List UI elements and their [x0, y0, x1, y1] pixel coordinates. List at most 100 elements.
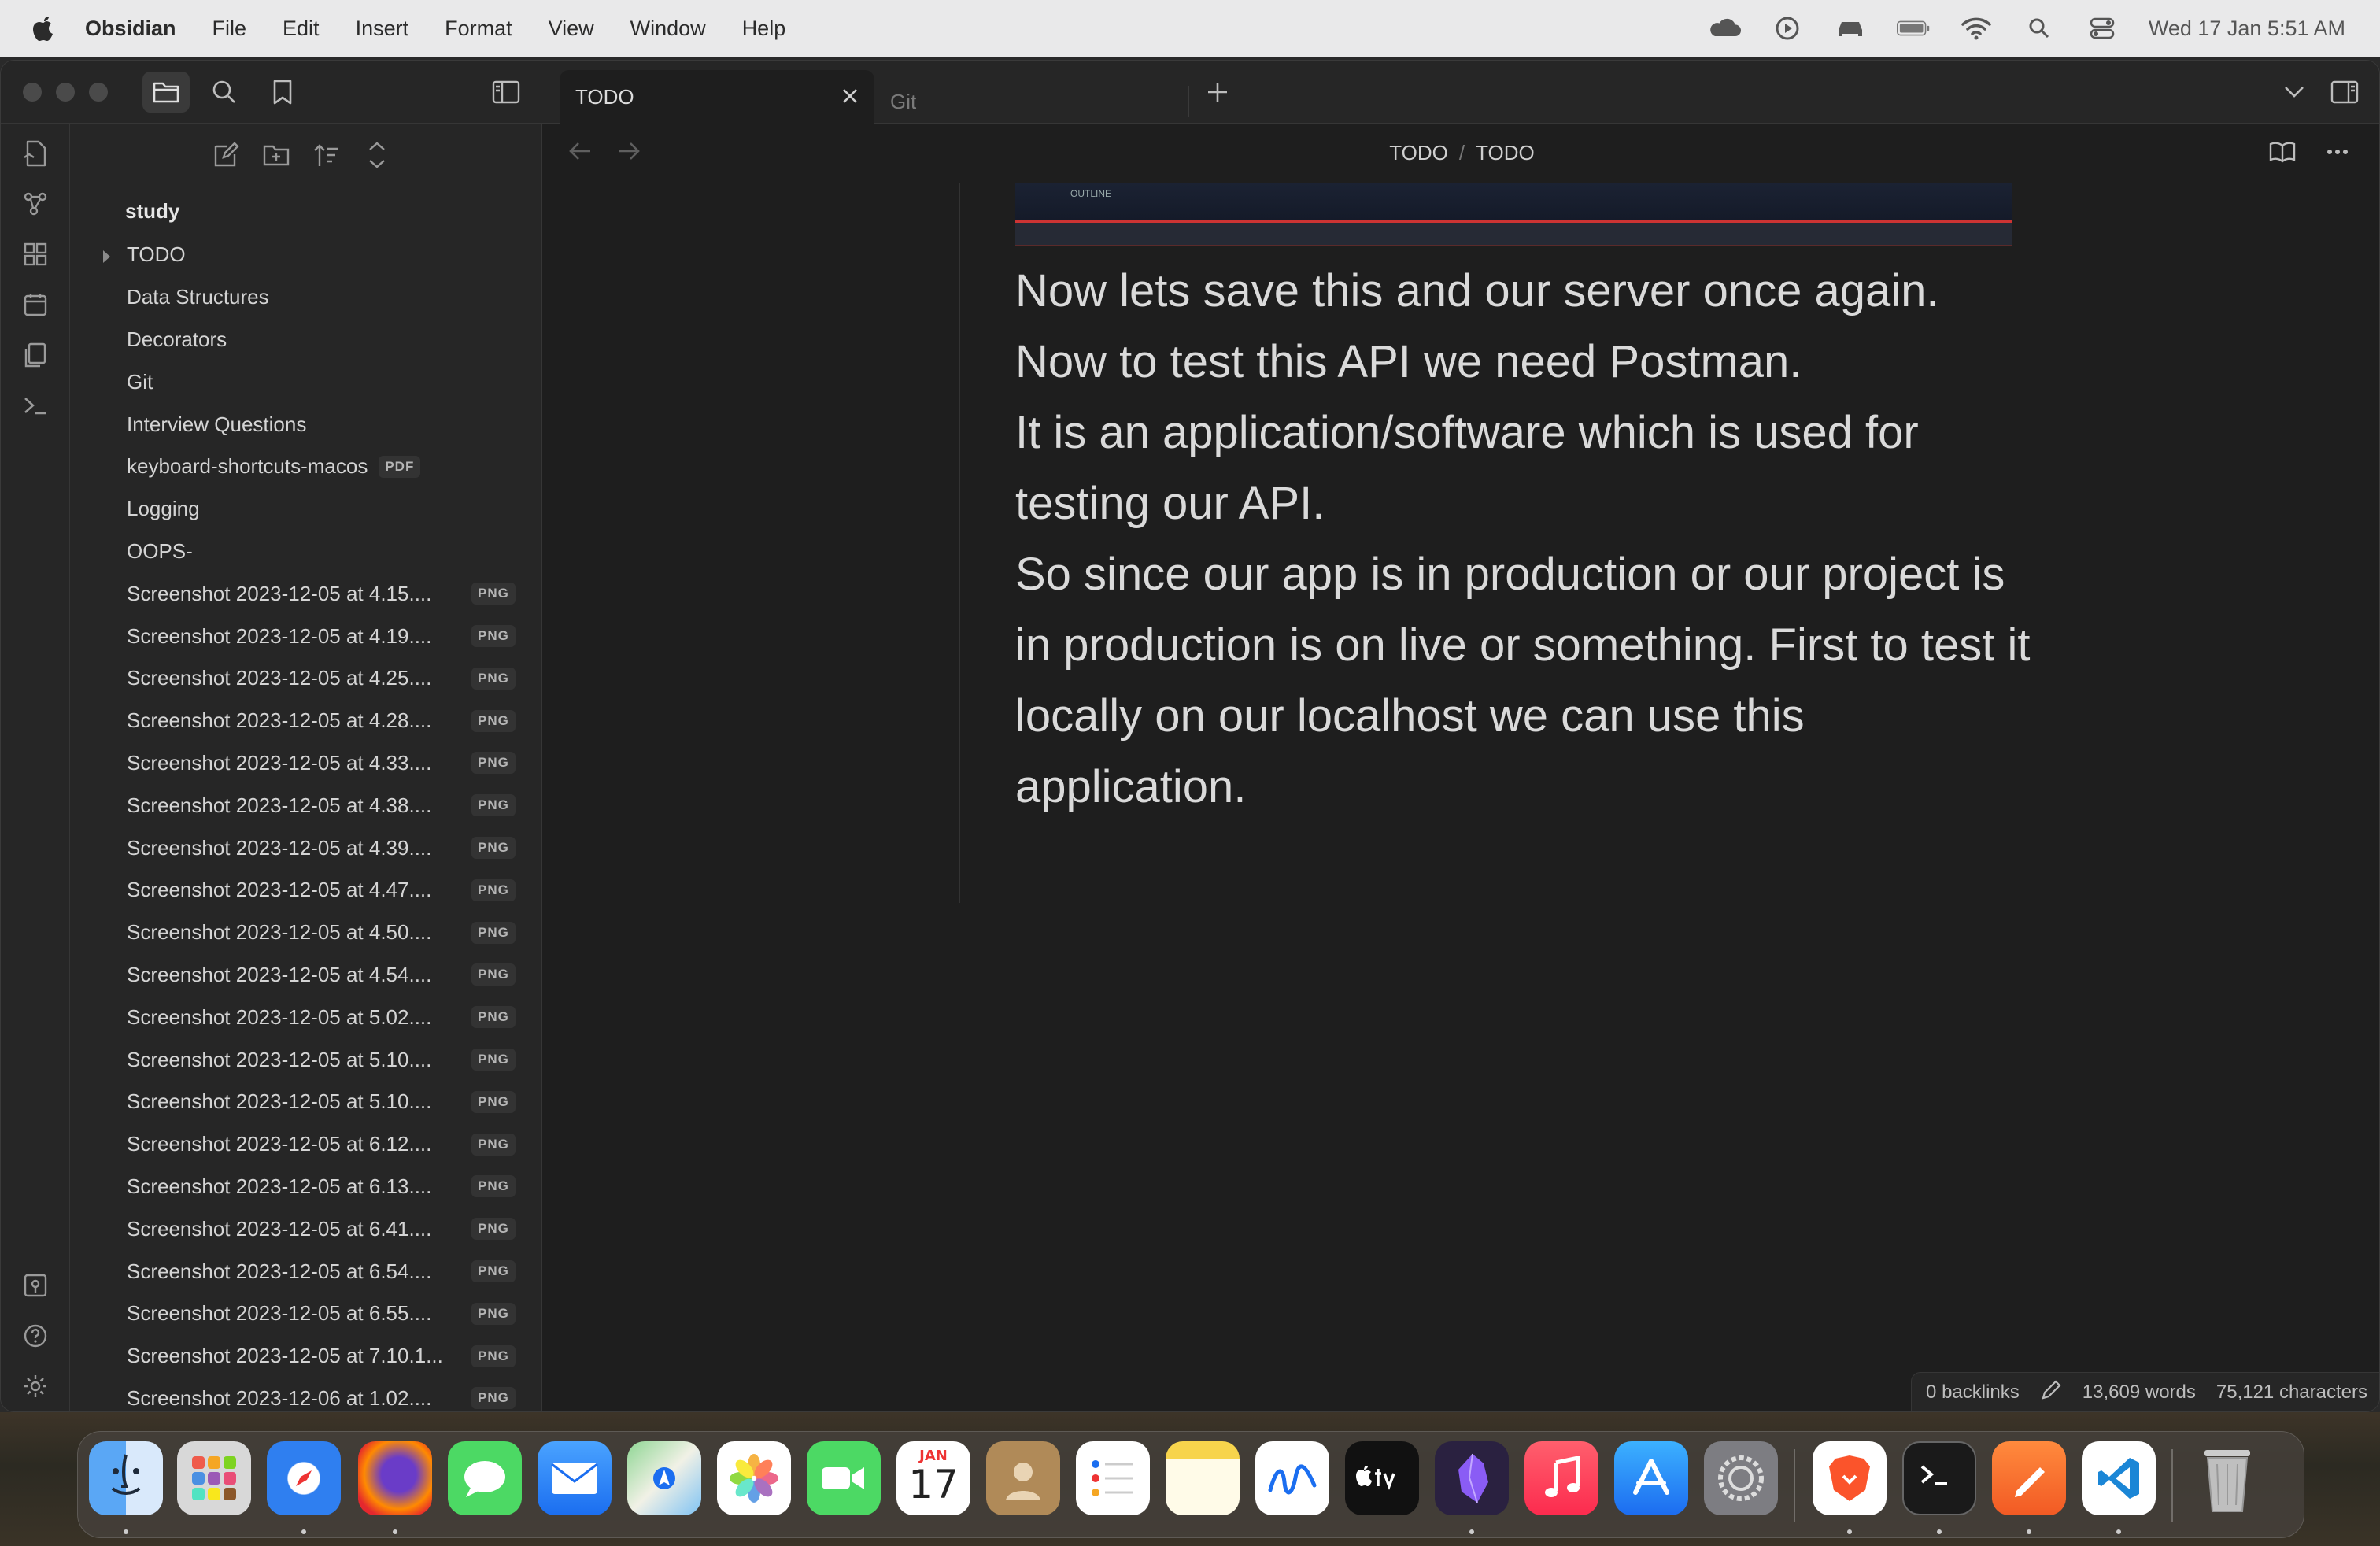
- paragraph[interactable]: Now to test this API we need Postman.: [1015, 327, 2031, 398]
- toggle-left-sidebar-icon[interactable]: [482, 72, 530, 113]
- paragraph[interactable]: Now lets save this and our server once a…: [1015, 256, 2031, 327]
- file-item[interactable]: Screenshot 2023-12-05 at 4.50.... PNG: [70, 912, 541, 954]
- file-item[interactable]: Screenshot 2023-12-05 at 4.33.... PNG: [70, 742, 541, 785]
- collapse-all-icon[interactable]: [363, 141, 391, 169]
- menu-app-name[interactable]: Obsidian: [85, 17, 176, 41]
- file-item[interactable]: Screenshot 2023-12-05 at 5.10.... PNG: [70, 1081, 541, 1123]
- chevron-right-icon[interactable]: [100, 246, 114, 271]
- tab-git[interactable]: Git: [874, 86, 1189, 117]
- finder-icon[interactable]: [89, 1441, 163, 1515]
- contacts-icon[interactable]: [986, 1441, 1060, 1515]
- safari-icon[interactable]: [267, 1441, 341, 1515]
- folder-item[interactable]: TODO: [70, 234, 541, 276]
- file-item[interactable]: Git: [70, 361, 541, 403]
- file-item[interactable]: Screenshot 2023-12-05 at 5.02.... PNG: [70, 996, 541, 1038]
- file-item[interactable]: Screenshot 2023-12-05 at 4.19.... PNG: [70, 615, 541, 657]
- search-tab-icon[interactable]: [201, 72, 248, 113]
- notes-icon[interactable]: [1166, 1441, 1240, 1515]
- menu-insert[interactable]: Insert: [356, 17, 409, 41]
- graph-view-icon[interactable]: [20, 188, 51, 220]
- file-item[interactable]: Interview Questions: [70, 403, 541, 446]
- file-item[interactable]: Logging: [70, 488, 541, 531]
- file-item[interactable]: Screenshot 2023-12-05 at 4.47.... PNG: [70, 869, 541, 912]
- file-item[interactable]: Screenshot 2023-12-05 at 6.13.... PNG: [70, 1166, 541, 1208]
- new-tab-icon[interactable]: [1194, 72, 1241, 113]
- mail-icon[interactable]: [538, 1441, 612, 1515]
- file-item[interactable]: OOPS-: [70, 531, 541, 573]
- new-note-icon[interactable]: [212, 141, 240, 169]
- embedded-screenshot-image[interactable]: OUTLINE: [1015, 183, 2012, 246]
- file-item[interactable]: Screenshot 2023-12-05 at 4.38.... PNG: [70, 784, 541, 827]
- music-icon[interactable]: [1524, 1441, 1598, 1515]
- menu-clock[interactable]: Wed 17 Jan 5:51 AM: [2149, 17, 2345, 41]
- tab-list-chevron-down-icon[interactable]: [2271, 72, 2318, 113]
- postman-icon[interactable]: [1992, 1441, 2066, 1515]
- vault-root-folder[interactable]: study: [125, 199, 179, 224]
- apple-menu-icon[interactable]: [30, 13, 57, 43]
- file-item[interactable]: Screenshot 2023-12-05 at 6.55.... PNG: [70, 1293, 541, 1335]
- play-icon[interactable]: [1771, 16, 1804, 41]
- file-item[interactable]: Screenshot 2023-12-05 at 6.41.... PNG: [70, 1208, 541, 1250]
- quick-switcher-icon[interactable]: [20, 138, 51, 169]
- file-item[interactable]: Screenshot 2023-12-05 at 4.54.... PNG: [70, 954, 541, 997]
- backlinks-count[interactable]: 0 backlinks: [1926, 1381, 2020, 1404]
- file-item[interactable]: Screenshot 2023-12-06 at 1.02.... PNG: [70, 1378, 541, 1411]
- firefox-icon[interactable]: [358, 1441, 432, 1515]
- breadcrumb-folder[interactable]: TODO: [1389, 141, 1448, 165]
- menu-help[interactable]: Help: [742, 17, 786, 41]
- menu-file[interactable]: File: [213, 17, 247, 41]
- paragraph[interactable]: It is an application/software which is u…: [1015, 398, 2031, 539]
- file-item[interactable]: Data Structures: [70, 276, 541, 319]
- file-item[interactable]: Screenshot 2023-12-05 at 6.12.... PNG: [70, 1123, 541, 1166]
- help-icon[interactable]: [20, 1320, 51, 1352]
- menu-format[interactable]: Format: [445, 17, 512, 41]
- maps-icon[interactable]: [627, 1441, 701, 1515]
- reminders-icon[interactable]: [1076, 1441, 1150, 1515]
- messages-icon[interactable]: [448, 1441, 522, 1515]
- launchpad-icon[interactable]: [177, 1441, 251, 1515]
- obsidian-icon[interactable]: [1435, 1441, 1509, 1515]
- file-item[interactable]: Screenshot 2023-12-05 at 7.10.1... PNG: [70, 1335, 541, 1378]
- file-item[interactable]: keyboard-shortcuts-macos PDF: [70, 446, 541, 488]
- system-settings-icon[interactable]: [1704, 1441, 1778, 1515]
- menu-window[interactable]: Window: [630, 17, 706, 41]
- app-store-icon[interactable]: [1614, 1441, 1688, 1515]
- photos-icon[interactable]: [717, 1441, 791, 1515]
- wifi-icon[interactable]: [1960, 16, 1993, 41]
- calendar-icon[interactable]: JAN 17: [896, 1441, 970, 1515]
- note-content[interactable]: Now lets save this and our server once a…: [1015, 256, 2031, 823]
- edit-mode-pencil-icon[interactable]: [2040, 1379, 2062, 1407]
- menu-edit[interactable]: Edit: [283, 17, 320, 41]
- vscode-icon[interactable]: [2082, 1441, 2156, 1515]
- breadcrumb-note-title[interactable]: TODO: [1476, 141, 1535, 165]
- file-item[interactable]: Screenshot 2023-12-05 at 4.39.... PNG: [70, 827, 541, 869]
- brave-icon[interactable]: [1813, 1441, 1887, 1515]
- new-folder-icon[interactable]: [262, 141, 290, 169]
- reading-view-book-icon[interactable]: [2269, 141, 2296, 167]
- trash-icon[interactable]: [2190, 1441, 2264, 1515]
- close-tab-icon[interactable]: [840, 86, 860, 112]
- daily-note-calendar-icon[interactable]: [20, 289, 51, 320]
- file-item[interactable]: Screenshot 2023-12-05 at 4.25.... PNG: [70, 657, 541, 700]
- apple-tv-icon[interactable]: [1345, 1441, 1419, 1515]
- search-icon[interactable]: [2023, 16, 2056, 41]
- settings-gear-icon[interactable]: [20, 1370, 51, 1402]
- battery-icon[interactable]: [1896, 16, 1930, 41]
- file-item[interactable]: Decorators: [70, 319, 541, 361]
- sort-order-icon[interactable]: [312, 141, 341, 169]
- terminal-app-icon[interactable]: [1902, 1441, 1976, 1515]
- vault-switcher-icon[interactable]: [20, 1270, 51, 1301]
- facetime-icon[interactable]: [807, 1441, 881, 1515]
- minimize-window-button[interactable]: [56, 83, 75, 102]
- freeform-icon[interactable]: [1255, 1441, 1329, 1515]
- file-item[interactable]: Screenshot 2023-12-05 at 4.28.... PNG: [70, 700, 541, 742]
- zoom-window-button[interactable]: [89, 83, 108, 102]
- close-window-button[interactable]: [23, 83, 42, 102]
- cloud-icon[interactable]: [1708, 16, 1741, 41]
- file-item[interactable]: Screenshot 2023-12-05 at 6.54.... PNG: [70, 1250, 541, 1293]
- control-center-icon[interactable]: [2086, 16, 2119, 41]
- menu-view[interactable]: View: [549, 17, 594, 41]
- toggle-right-sidebar-icon[interactable]: [2321, 72, 2368, 113]
- file-explorer-tab-icon[interactable]: [142, 72, 190, 113]
- bookmark-tab-icon[interactable]: [259, 72, 306, 113]
